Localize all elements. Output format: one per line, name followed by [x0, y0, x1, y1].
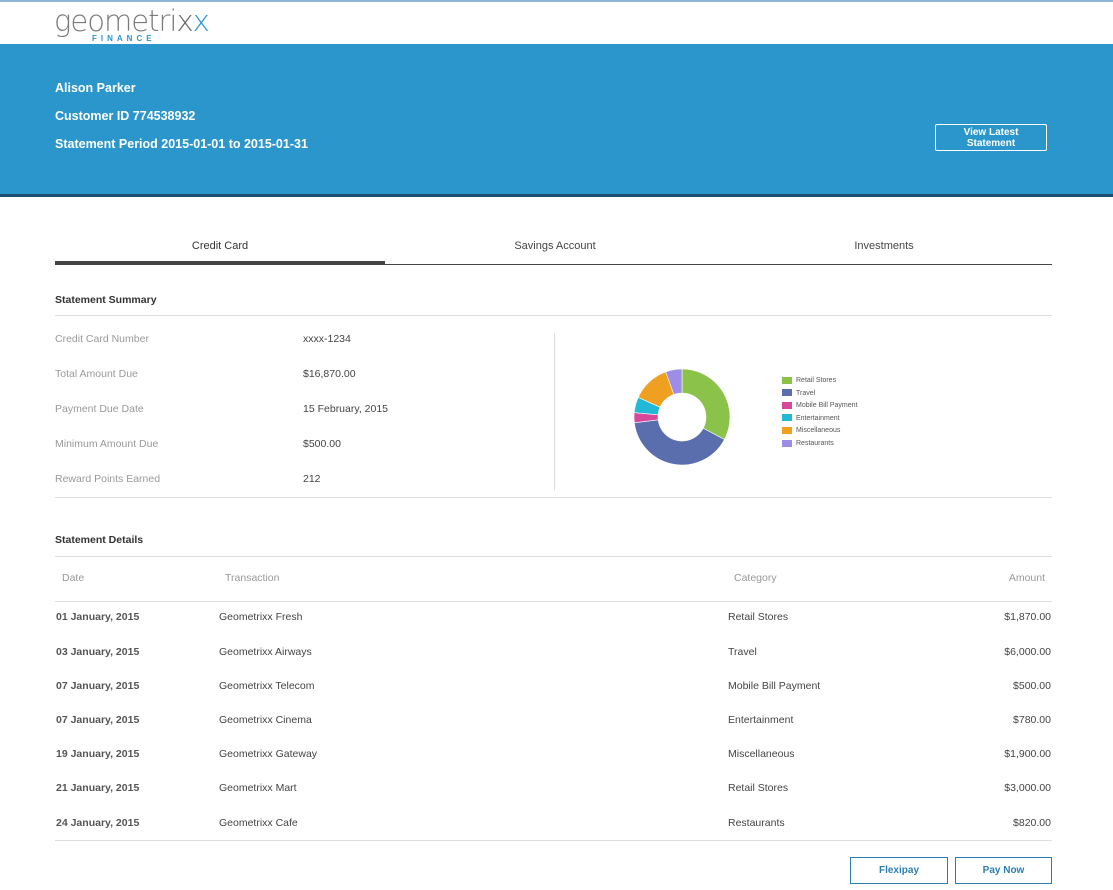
divider — [55, 840, 1052, 841]
cell-transaction: Geometrixx Mart — [219, 782, 297, 794]
summary-label-reward-points: Reward Points Earned — [55, 473, 161, 485]
tab-savings-account[interactable]: Savings Account — [390, 230, 720, 264]
table-row: 24 January, 2015 Geometrixx Cafe Restaur… — [55, 807, 1052, 841]
pay-now-button[interactable]: Pay Now — [955, 857, 1052, 884]
flexipay-button[interactable]: Flexipay — [850, 857, 948, 884]
legend-item: Miscellaneous — [782, 426, 857, 439]
column-header-amount: Amount — [1008, 572, 1045, 584]
table-row: 07 January, 2015 Geometrixx Telecom Mobi… — [55, 670, 1052, 704]
legend-item: Restaurants — [782, 439, 857, 452]
brand-logo[interactable]: geometrixx FINANCE — [54, 4, 210, 43]
legend-swatch — [782, 389, 792, 397]
statement-period: Statement Period 2015-01-01 to 2015-01-3… — [55, 137, 308, 151]
cell-date: 19 January, 2015 — [56, 748, 140, 760]
summary-label-due-date: Payment Due Date — [55, 403, 144, 415]
statement-details-title: Statement Details — [55, 534, 144, 546]
logo-wordmark: geometrixx — [54, 4, 210, 38]
column-header-transaction: Transaction — [225, 572, 280, 584]
cell-amount: $780.00 — [1013, 714, 1051, 726]
summary-value-card-number: xxxx-1234 — [303, 333, 351, 345]
cell-transaction: Geometrixx Gateway — [219, 748, 318, 760]
table-row: 03 January, 2015 Geometrixx Airways Trav… — [55, 636, 1052, 670]
site-header: geometrixx FINANCE — [0, 2, 1113, 44]
legend-label: Entertainment — [796, 414, 840, 422]
spending-donut-chart — [633, 368, 731, 466]
cell-transaction: Geometrixx Airways — [219, 646, 312, 658]
summary-label-minimum-due: Minimum Amount Due — [55, 438, 159, 450]
summary-value-minimum-due: $500.00 — [303, 438, 341, 450]
cell-date: 01 January, 2015 — [56, 611, 140, 623]
legend-swatch — [782, 376, 792, 384]
cell-transaction: Geometrixx Cafe — [219, 817, 298, 829]
cell-amount: $820.00 — [1013, 817, 1051, 829]
legend-item: Retail Stores — [782, 376, 857, 389]
logo-subtitle: FINANCE — [92, 34, 156, 43]
chart-legend: Retail Stores Travel Mobile Bill Payment En… — [782, 376, 857, 452]
summary-value-reward-points: 212 — [303, 473, 321, 485]
cell-amount: $500.00 — [1013, 680, 1051, 692]
cell-date: 03 January, 2015 — [56, 646, 140, 658]
customer-id: Customer ID 774538932 — [55, 109, 196, 123]
view-latest-statement-button[interactable]: View Latest Statement — [935, 124, 1047, 151]
legend-swatch — [782, 414, 792, 422]
account-tabs: Credit Card Savings Account Investments — [55, 230, 1052, 265]
legend-swatch — [782, 427, 792, 435]
cell-amount: $3,000.00 — [1004, 782, 1051, 794]
table-row: 01 January, 2015 Geometrixx Fresh Retail… — [55, 601, 1052, 635]
summary-label-total-due: Total Amount Due — [55, 368, 138, 380]
table-row: 21 January, 2015 Geometrixx Mart Retail … — [55, 772, 1052, 806]
legend-swatch — [782, 401, 792, 409]
customer-banner: Alison Parker Customer ID 774538932 Stat… — [0, 44, 1113, 197]
legend-label: Travel — [796, 389, 816, 397]
table-row: 07 January, 2015 Geometrixx Cinema Enter… — [55, 704, 1052, 738]
cell-date: 24 January, 2015 — [56, 817, 140, 829]
legend-item: Travel — [782, 389, 857, 402]
summary-vertical-divider — [554, 333, 555, 490]
divider — [55, 315, 1052, 316]
legend-item: Mobile Bill Payment — [782, 401, 857, 414]
cell-date: 07 January, 2015 — [56, 680, 140, 692]
legend-item: Entertainment — [782, 414, 857, 427]
column-header-category: Category — [734, 572, 777, 584]
cell-category: Restaurants — [728, 817, 785, 829]
cell-category: Retail Stores — [728, 782, 789, 794]
cell-category: Entertainment — [728, 714, 794, 726]
divider — [55, 556, 1052, 557]
summary-value-due-date: 15 February, 2015 — [303, 403, 389, 415]
cell-amount: $1,900.00 — [1004, 748, 1051, 760]
legend-label: Retail Stores — [796, 377, 837, 384]
cell-category: Mobile Bill Payment — [728, 680, 821, 692]
cell-date: 21 January, 2015 — [56, 782, 140, 794]
column-header-date: Date — [62, 572, 85, 584]
customer-name: Alison Parker — [55, 81, 136, 95]
cell-transaction: Geometrixx Cinema — [219, 714, 312, 726]
legend-label: Miscellaneous — [796, 427, 841, 435]
cell-amount: $6,000.00 — [1004, 646, 1051, 658]
legend-label: Mobile Bill Payment — [796, 402, 858, 410]
table-row: 19 January, 2015 Geometrixx Gateway Misc… — [55, 738, 1052, 772]
cell-transaction: Geometrixx Fresh — [219, 611, 303, 623]
tab-credit-card[interactable]: Credit Card — [55, 230, 385, 264]
legend-swatch — [782, 439, 792, 447]
cell-category: Travel — [728, 646, 757, 658]
donut-slice-retail-stores — [681, 368, 731, 440]
divider — [55, 497, 1052, 498]
summary-value-total-due: $16,870.00 — [303, 368, 356, 380]
cell-transaction: Geometrixx Telecom — [219, 680, 315, 692]
cell-category: Retail Stores — [728, 611, 789, 623]
cell-amount: $1,870.00 — [1004, 611, 1051, 623]
statement-summary-title: Statement Summary — [55, 294, 157, 306]
cell-category: Miscellaneous — [728, 748, 795, 760]
summary-label-card-number: Credit Card Number — [55, 333, 149, 345]
legend-label: Restaurants — [796, 439, 834, 447]
tab-investments[interactable]: Investments — [719, 230, 1049, 264]
cell-date: 07 January, 2015 — [56, 714, 140, 726]
